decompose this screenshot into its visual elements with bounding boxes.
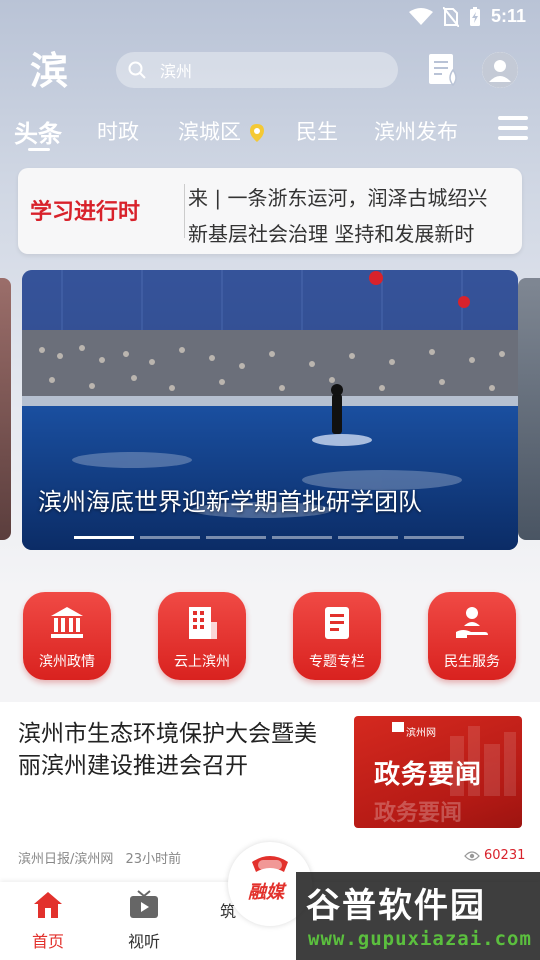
quick-binzhou-politics[interactable]: 滨州政情 [23, 592, 111, 680]
tv-icon [130, 890, 158, 918]
ticker-line-2[interactable]: 新基层社会治理 坚持和发展新时 [188, 218, 474, 247]
search-bar[interactable]: 滨州 [116, 52, 398, 88]
quick-special-topics[interactable]: 专题专栏 [293, 592, 381, 680]
status-time: 5:11 [490, 6, 526, 26]
quick-cloud-binzhou[interactable]: 云上滨州 [158, 592, 246, 680]
svg-text:滨: 滨 [30, 49, 68, 92]
quick-label: 专题专栏 [309, 654, 365, 670]
nav-label: 首页 [31, 932, 64, 951]
nav-home[interactable]: 首页 [8, 890, 88, 952]
news-thumbnail[interactable]: 政务要闻 滨州网 政务要闻 [354, 716, 522, 828]
quick-label: 云上滨州 [174, 654, 230, 670]
carousel-dot[interactable] [206, 536, 266, 539]
channel-tabs: 头条 时政 滨城区 民生 滨州发布 [0, 108, 540, 152]
document-icon [325, 607, 349, 639]
tab-politics[interactable]: 时政 [97, 116, 139, 146]
ticker-divider [184, 184, 185, 238]
news-title[interactable]: 滨州市生态环境保护大会暨美丽滨州建设推进会召开 [18, 718, 338, 782]
eye-icon [464, 850, 480, 861]
hand-person-icon [456, 607, 488, 638]
news-ticker[interactable]: 学习进行时 来 | 一条浙东运河，润泽古城绍兴 新基层社会治理 坚持和发展新时 [18, 168, 522, 254]
carousel-prev-peek[interactable] [0, 278, 11, 540]
carousel-caption: 滨州海底世界迎新学期首批研学团队 [38, 488, 422, 516]
watermark-sub: www.gupuxiazai.com [308, 928, 532, 950]
home-icon [34, 892, 62, 918]
quick-livelihood-service[interactable]: 民生服务 [428, 592, 516, 680]
carousel-dot[interactable] [140, 536, 200, 539]
svg-text:政务要闻: 政务要闻 [374, 800, 462, 826]
active-tab-indicator [28, 148, 50, 151]
nav-label: 视听 [127, 932, 160, 951]
views-count: 60231 [484, 848, 526, 863]
carousel-dots [74, 536, 464, 539]
building-icon [189, 607, 217, 639]
quick-label: 民生服务 [444, 654, 500, 670]
nav-video[interactable]: 视听 [104, 890, 184, 952]
watermark: 谷普软件园 www.gupuxiazai.com [296, 872, 540, 960]
thumb-text: 政务要闻 [374, 760, 483, 790]
tab-livelihood[interactable]: 民生 [296, 116, 338, 146]
news-meta: 滨州日报/滨州网 23小时前 [18, 848, 181, 867]
ticker-logo: 学习进行时 [30, 200, 141, 225]
carousel-banner[interactable]: 滨州海底世界迎新学期首批研学团队 [22, 270, 518, 550]
tab-binzhou-release[interactable]: 滨州发布 [374, 116, 458, 146]
location-pin-icon [249, 124, 264, 142]
carousel-dot[interactable] [338, 536, 398, 539]
bank-icon [51, 607, 83, 638]
carousel-dot[interactable] [272, 536, 332, 539]
no-sim-icon [442, 6, 459, 27]
quick-entries: 滨州政情 云上滨州 专题专栏 民生服务 [0, 592, 540, 692]
tab-headline[interactable]: 头条 [14, 114, 62, 149]
ticker-line-1[interactable]: 来 | 一条浙东运河，润泽古城绍兴 [188, 182, 487, 211]
news-source: 滨州日报/滨州网 [18, 852, 114, 867]
wifi-icon [408, 7, 433, 25]
search-placeholder: 滨州 [160, 62, 193, 81]
carousel-dot[interactable] [74, 536, 134, 539]
news-views: 60231 [464, 848, 525, 863]
thumb-brand: 滨州网 [406, 728, 436, 739]
carousel-dot[interactable] [404, 536, 464, 539]
newspaper-icon[interactable] [426, 52, 462, 88]
quick-label: 滨州政情 [39, 654, 95, 670]
user-icon [482, 52, 518, 88]
carousel-next-peek[interactable] [518, 278, 540, 540]
search-icon [128, 61, 146, 79]
user-avatar-button[interactable] [482, 52, 518, 88]
news-time: 23小时前 [125, 852, 182, 867]
menu-icon[interactable] [498, 116, 528, 142]
status-bar: 5:11 [0, 0, 540, 36]
tab-bincheng[interactable]: 滨城区 [178, 116, 266, 146]
media-fab-label: 融媒 [248, 882, 284, 903]
watermark-main: 谷普软件园 [306, 886, 486, 926]
app-logo[interactable]: 滨 [28, 48, 84, 92]
tab-bincheng-label: 滨城区 [178, 120, 241, 144]
battery-icon [469, 6, 480, 26]
